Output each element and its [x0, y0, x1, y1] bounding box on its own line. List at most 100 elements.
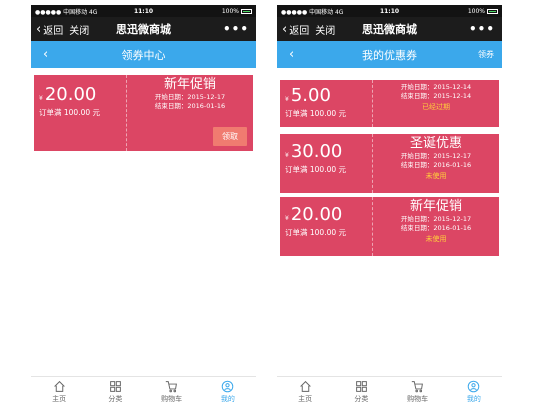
user-icon: [468, 380, 480, 392]
coupon-info-section: 圣诞优惠 开始日期：2015-12-17 结束日期：2016-01-16 未使用: [372, 134, 499, 193]
coupon-end-date: 结束日期：2016-01-16: [400, 161, 472, 169]
carrier-text: ●●●●● 中国移动 4G: [35, 8, 98, 16]
coupon-dates: 开始日期：2015-12-17 结束日期：2016-01-16: [401, 152, 471, 170]
currency-symbol: ¥: [285, 152, 289, 159]
user-icon: [222, 380, 234, 392]
coupon-amount: 5.00: [290, 85, 331, 106]
battery-indicator: 100%: [468, 8, 498, 15]
category-icon: [110, 380, 121, 392]
coupon-info-section: 新年促销 开始日期：2015-12-17 结束日期：2016-01-16 领取: [126, 75, 253, 151]
coupon-card: ¥20.00 订单满 100.00 元 新年促销 开始日期：2015-12-17…: [280, 197, 499, 256]
wechat-title-bar: ‹ 返回 关闭 思迅微商城 •••: [31, 17, 256, 41]
tab-home[interactable]: 主页: [31, 377, 87, 406]
claim-coupon-button[interactable]: 领取: [213, 127, 247, 146]
tab-category[interactable]: 分类: [87, 377, 143, 406]
tab-label: 购物车: [407, 394, 429, 403]
back-button[interactable]: ‹ 返回: [36, 22, 63, 37]
coupon-end-date: 结束日期：2016-01-16: [400, 224, 472, 232]
coupon-card: ¥30.00 订单满 100.00 元 圣诞优惠 开始日期：2015-12-17…: [280, 134, 499, 193]
battery-percent: 100%: [221, 7, 239, 15]
coupon-value-section: ¥20.00 订单满 100.00 元: [280, 197, 372, 256]
clock-text: 11:10: [133, 7, 154, 15]
battery-indicator: 100%: [222, 8, 252, 15]
coupon-condition: 订单满 100.00 元: [39, 108, 101, 117]
tab-label: 我的: [220, 394, 235, 403]
battery-percent: 100%: [467, 7, 485, 15]
status-bar: ●●●●● 中国移动 4G 11:10 100%: [31, 5, 256, 17]
coupon-end-date: 结束日期：2016-01-16: [154, 102, 226, 110]
cart-icon: [411, 380, 424, 392]
page-title: 我的优惠券: [362, 48, 417, 62]
close-button[interactable]: 关闭: [69, 22, 89, 37]
back-label: 返回: [289, 25, 310, 37]
more-menu-icon[interactable]: •••: [223, 22, 249, 36]
coupon-title: 新年促销: [163, 77, 216, 92]
more-menu-icon[interactable]: •••: [469, 22, 495, 36]
coupon-condition: 订单满 100.00 元: [285, 228, 347, 237]
coupon-value-section: ¥5.00 订单满 100.00 元: [280, 80, 372, 127]
coupon-start-date: 开始日期：2015-12-17: [400, 215, 472, 223]
coupon-amount: 20.00: [44, 84, 97, 105]
coupon-start-date: 开始日期：2015-12-17: [400, 152, 472, 160]
coupon-condition: 订单满 100.00 元: [285, 109, 347, 118]
coupon-dates: 开始日期：2015-12-17 结束日期：2016-01-16: [401, 215, 471, 233]
my-coupons-screen: ●●●●● 中国移动 4G 11:10 100% ‹ 返回 关闭 思迅微商城 ••…: [277, 5, 502, 406]
coupon-info-section: 新年促销 开始日期：2015-12-17 结束日期：2016-01-16 未使用: [372, 197, 499, 256]
carrier-text: ●●●●● 中国移动 4G: [281, 8, 344, 16]
bottom-tab-bar: 主页 分类 购物车 我的: [31, 376, 256, 406]
tab-label: 分类: [108, 394, 123, 403]
coupon-card: ¥5.00 订单满 100.00 元 开始日期：2015-12-14 结束日期：…: [280, 80, 499, 127]
chevron-left-icon: ‹: [282, 21, 288, 37]
coupon-amount: 20.00: [290, 204, 343, 225]
get-coupons-link[interactable]: 领券: [478, 49, 494, 60]
status-bar: ●●●●● 中国移动 4G 11:10 100%: [277, 5, 502, 17]
battery-icon: [487, 8, 498, 14]
tab-mine[interactable]: 我的: [200, 377, 256, 406]
coupon-start-date: 开始日期：2015-12-14: [400, 83, 472, 91]
back-chevron-icon[interactable]: ‹: [289, 47, 294, 62]
tab-label: 主页: [52, 394, 67, 403]
coupon-center-screen: ●●●●● 中国移动 4G 11:10 100% ‹ 返回 关闭 思迅微商城 ••…: [31, 5, 256, 406]
tab-label: 我的: [466, 394, 481, 403]
category-icon: [356, 380, 367, 392]
coupon-title: 圣诞优惠: [409, 136, 462, 151]
coupon-title: 新年促销: [409, 199, 462, 214]
home-icon: [299, 380, 311, 392]
coupon-value-section: ¥30.00 订单满 100.00 元: [280, 134, 372, 193]
tab-category[interactable]: 分类: [333, 377, 389, 406]
coupon-status: 未使用: [425, 235, 447, 243]
tab-cart[interactable]: 购物车: [390, 377, 446, 406]
app-title: 思迅微商城: [362, 23, 417, 36]
back-button[interactable]: ‹ 返回: [282, 22, 309, 37]
coupon-info-section: 开始日期：2015-12-14 结束日期：2015-12-14 已经过期: [372, 80, 499, 127]
page-header: ‹ 领券中心: [31, 41, 256, 68]
wechat-title-bar: ‹ 返回 关闭 思迅微商城 •••: [277, 17, 502, 41]
close-button[interactable]: 关闭: [315, 22, 335, 37]
home-icon: [53, 380, 65, 392]
chevron-left-icon: ‹: [36, 21, 42, 37]
coupon-dates: 开始日期：2015-12-17 结束日期：2016-01-16: [155, 93, 225, 111]
bottom-tab-bar: 主页 分类 购物车 我的: [277, 376, 502, 406]
currency-symbol: ¥: [285, 215, 289, 222]
currency-symbol: ¥: [39, 95, 43, 102]
battery-icon: [241, 8, 252, 14]
tab-home[interactable]: 主页: [277, 377, 333, 406]
tab-cart[interactable]: 购物车: [144, 377, 200, 406]
tab-label: 主页: [298, 394, 313, 403]
tab-mine[interactable]: 我的: [446, 377, 502, 406]
coupon-amount: 30.00: [290, 141, 343, 162]
currency-symbol: ¥: [285, 96, 289, 103]
coupon-card: ¥20.00 订单满 100.00 元 新年促销 开始日期：2015-12-17…: [34, 75, 253, 151]
coupon-dates: 开始日期：2015-12-14 结束日期：2015-12-14: [401, 83, 471, 101]
coupon-value-section: ¥20.00 订单满 100.00 元: [34, 75, 126, 151]
cart-icon: [165, 380, 178, 392]
back-chevron-icon[interactable]: ‹: [43, 47, 48, 62]
tab-label: 分类: [354, 394, 369, 403]
coupon-end-date: 结束日期：2015-12-14: [400, 92, 472, 100]
clock-text: 11:10: [379, 7, 400, 15]
back-label: 返回: [43, 25, 64, 37]
coupon-status: 已经过期: [422, 103, 450, 111]
coupon-status: 未使用: [425, 172, 447, 180]
page-title: 领券中心: [121, 48, 166, 62]
app-title: 思迅微商城: [116, 23, 171, 36]
